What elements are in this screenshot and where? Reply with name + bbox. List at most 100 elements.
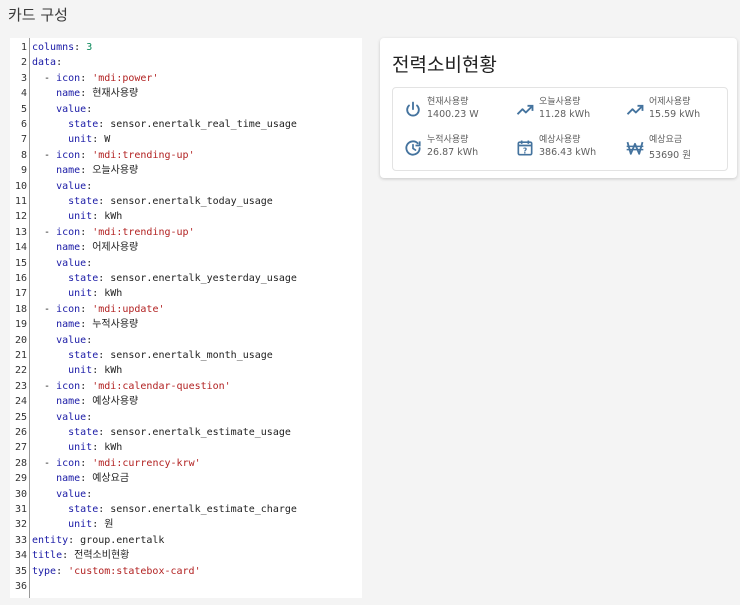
line-text: value: — [56, 103, 93, 115]
item-value: 53690 원 — [649, 150, 691, 161]
calendar-question-icon: ? — [515, 138, 535, 158]
line-number: 2 — [20, 57, 27, 69]
line-text: state: sensor.enertalk_today_usage — [68, 196, 273, 207]
line-text: columns: 3 — [32, 42, 93, 53]
line-text: - icon: 'mdi:update' — [32, 303, 165, 315]
item-name: 현재사용량 — [427, 97, 469, 107]
line-text: unit: kWh — [68, 365, 123, 377]
line-text: name: 오늘사용량 — [56, 165, 139, 177]
line-text: name: 예상사용량 — [56, 396, 139, 408]
line-text: data: — [32, 57, 63, 69]
line-text: name: 누적사용량 — [56, 319, 139, 331]
line-text: type: 'custom:statebox-card' — [32, 565, 201, 577]
line-number: 35 — [14, 565, 27, 577]
line-number: 6 — [20, 119, 27, 130]
line-number: 11 — [14, 196, 27, 207]
line-text: unit: kWh — [68, 288, 123, 300]
line-number: 26 — [14, 427, 27, 438]
line-number: 1 — [20, 42, 27, 53]
line-number: 34 — [14, 550, 27, 562]
line-text: unit: kWh — [68, 442, 123, 454]
item-name: 예상요금 — [649, 135, 683, 145]
line-number: 20 — [14, 334, 27, 346]
line-number: 33 — [14, 534, 27, 546]
line-text: - icon: 'mdi:trending-up' — [32, 149, 195, 161]
line-number: 24 — [14, 396, 27, 408]
trending-up-icon — [625, 100, 645, 120]
line-text: value: — [56, 334, 93, 346]
statebox-card: 전력소비현황 현재사용량 1400.23 W 오늘사용량 11.28 kWh 어… — [380, 38, 737, 178]
update-icon — [403, 138, 423, 158]
line-number: 3 — [20, 72, 27, 84]
line-number: 18 — [14, 303, 27, 315]
line-text: value: — [56, 411, 93, 423]
item-value: 11.28 kWh — [539, 109, 591, 120]
line-text: unit: kWh — [68, 211, 123, 223]
line-text: name: 예상요금 — [56, 473, 130, 485]
line-number: 4 — [20, 88, 27, 100]
line-text: - icon: 'mdi:calendar-question' — [32, 380, 231, 392]
item-value: 1400.23 W — [427, 109, 479, 120]
line-number: 32 — [14, 519, 27, 531]
item-name: 누적사용량 — [427, 135, 469, 145]
line-number: 15 — [14, 257, 27, 269]
line-number: 29 — [14, 473, 27, 485]
svg-text:?: ? — [523, 146, 527, 155]
line-text: state: sensor.enertalk_real_time_usage — [68, 119, 297, 130]
page-title: 카드 구성 — [8, 6, 68, 24]
power-icon — [403, 100, 423, 120]
line-text: unit: W — [68, 134, 111, 146]
line-text: state: sensor.enertalk_estimate_usage — [68, 427, 291, 438]
line-number: 17 — [14, 288, 27, 300]
line-text: entity: group.enertalk — [32, 534, 165, 546]
line-number: 31 — [14, 504, 27, 515]
statebox-grid: 현재사용량 1400.23 W 오늘사용량 11.28 kWh 어제사용량 15… — [392, 87, 728, 171]
line-number: 28 — [14, 457, 27, 469]
item-value: 26.87 kWh — [427, 147, 479, 158]
statebox-item-estimate-usage[interactable]: ? 예상사용량 386.43 kWh — [511, 130, 621, 166]
line-number: 22 — [14, 365, 27, 377]
line-number: 19 — [14, 319, 27, 331]
line-number: 9 — [20, 165, 27, 177]
line-text: - icon: 'mdi:trending-up' — [32, 226, 195, 238]
line-number: 13 — [14, 226, 27, 238]
currency-krw-icon — [625, 138, 645, 158]
line-number: 27 — [14, 442, 27, 454]
line-text: value: — [56, 257, 93, 269]
yaml-code-editor[interactable]: 1 columns: 3 2 data: 3 - icon: 'mdi:power' 4 … — [10, 38, 362, 598]
trending-up-icon — [515, 100, 535, 120]
line-number: 7 — [20, 134, 27, 146]
statebox-item-yesterday-usage[interactable]: 어제사용량 15.59 kWh — [621, 92, 731, 128]
item-name: 오늘사용량 — [539, 97, 581, 107]
item-name: 어제사용량 — [649, 97, 691, 107]
line-text: title: 전력소비현황 — [32, 550, 130, 562]
line-number: 21 — [14, 350, 27, 361]
line-text: value: — [56, 180, 93, 192]
line-text: state: sensor.enertalk_month_usage — [68, 350, 273, 361]
line-number: 12 — [14, 211, 27, 223]
line-number: 25 — [14, 411, 27, 423]
line-text: unit: 원 — [68, 519, 114, 531]
line-number: 36 — [14, 581, 27, 592]
item-value: 15.59 kWh — [649, 109, 701, 120]
statebox-item-today-usage[interactable]: 오늘사용량 11.28 kWh — [511, 92, 621, 128]
line-number: 10 — [14, 180, 27, 192]
line-number: 30 — [14, 488, 27, 500]
statebox-item-accumulated-usage[interactable]: 누적사용량 26.87 kWh — [399, 130, 509, 166]
line-number: 5 — [20, 103, 27, 115]
line-text: state: sensor.enertalk_estimate_charge — [68, 504, 297, 515]
line-text: - icon: 'mdi:power' — [32, 72, 159, 84]
line-text: value: — [56, 488, 93, 500]
line-number: 8 — [20, 149, 27, 161]
line-number: 23 — [14, 380, 27, 392]
line-text: name: 현재사용량 — [56, 88, 139, 100]
item-value: 386.43 kWh — [539, 147, 597, 158]
line-number: 16 — [14, 273, 27, 284]
line-text: - icon: 'mdi:currency-krw' — [32, 457, 201, 469]
statebox-item-current-usage[interactable]: 현재사용량 1400.23 W — [399, 92, 509, 128]
card-title: 전력소비현황 — [392, 54, 497, 76]
line-text: state: sensor.enertalk_yesterday_usage — [68, 273, 297, 284]
item-name: 예상사용량 — [539, 135, 581, 145]
line-text: name: 어제사용량 — [56, 242, 139, 254]
statebox-item-estimate-charge[interactable]: 예상요금 53690 원 — [621, 130, 731, 166]
